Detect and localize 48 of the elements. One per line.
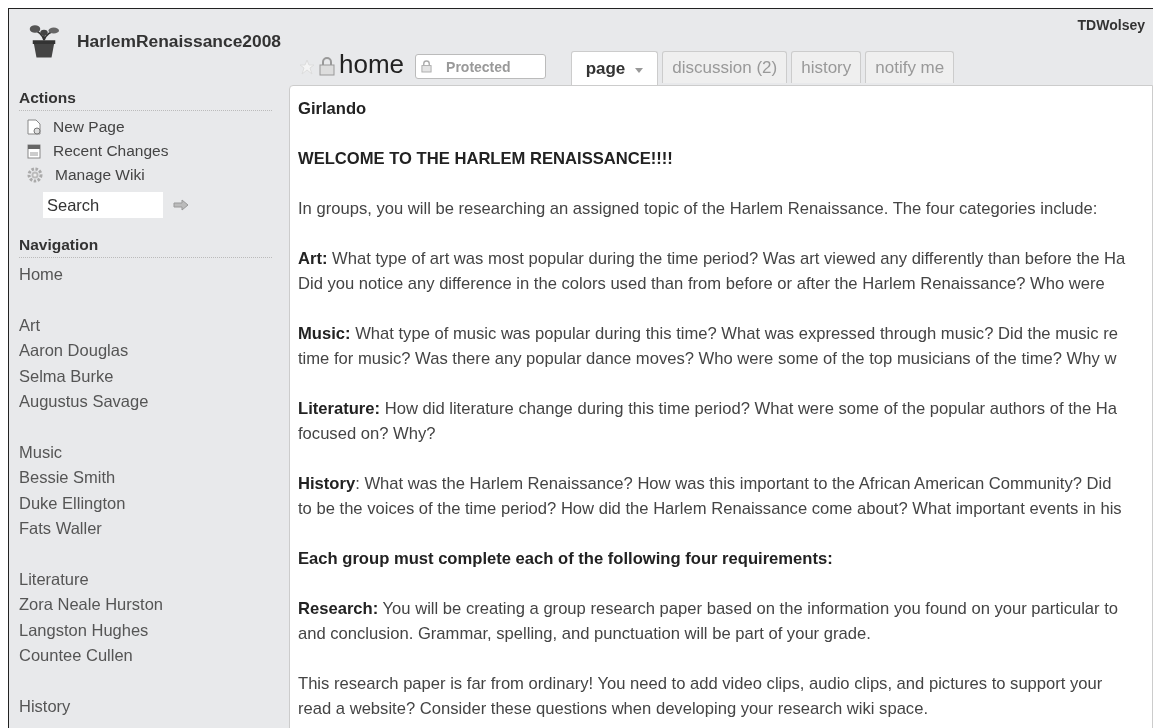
- nav-link[interactable]: History: [19, 693, 71, 719]
- nav-link[interactable]: Fats Waller: [19, 516, 102, 542]
- page-title: home: [339, 49, 405, 80]
- text-line: and conclusion. Grammar, spelling, and punctuation will be part of your grade.: [298, 623, 871, 645]
- nav-link[interactable]: Music: [19, 439, 63, 465]
- caret-icon: [635, 67, 644, 73]
- text-line: time for music? Was there any popular dance moves? Who were some of the top musicians of the time? Why w: [298, 348, 1117, 370]
- action-link[interactable]: Manage Wiki: [19, 163, 145, 187]
- heading: Girlando: [298, 98, 367, 120]
- nav-link[interactable]: Art: [19, 312, 41, 338]
- action-link[interactable]: Recent Changes: [19, 139, 169, 163]
- text-line: In groups, you will be researching an assigned topic of the Harlem Renaissance. The four categories include:: [298, 198, 1098, 220]
- arrow-right-icon[interactable]: [173, 199, 189, 211]
- site-name[interactable]: HarlemRenaissance2008: [77, 30, 281, 52]
- nav-link[interactable]: Duke Ellington: [19, 490, 126, 516]
- nav-link[interactable]: Bessie Smith: [19, 465, 116, 491]
- text-line: Did you notice any difference in the colors used than from before or after the Harlem Renaissance? Who were: [298, 273, 1105, 295]
- nav-link[interactable]: Augustus Savage: [19, 389, 149, 415]
- user-name[interactable]: TDWolsey: [1077, 17, 1145, 39]
- text-line: Research: You will be creating a group research paper based on the information you found on your particular to: [298, 598, 1119, 620]
- text-line: Literature: How did literature change during this time period? What were some of the popular authors of the Ha: [298, 398, 1118, 420]
- section-heading: Actions: [19, 89, 272, 111]
- page-icon: [27, 119, 41, 135]
- lock-icon: [318, 56, 336, 76]
- action-link[interactable]: New Page: [19, 115, 125, 139]
- search-field[interactable]: Search: [43, 192, 163, 218]
- text-line: to be the voices of the time period? How did the Harlem Renaissance come about? What important events in his: [298, 498, 1122, 520]
- calendar-icon: [27, 143, 41, 159]
- nav-link[interactable]: Literature: [19, 566, 89, 592]
- text-line: focused on? Why?: [298, 423, 436, 445]
- section-heading: Navigation: [19, 236, 272, 258]
- nav-link[interactable]: Aaron Douglas: [19, 338, 129, 364]
- heading: WELCOME TO THE HARLEM RENAISSANCE!!!!: [298, 148, 673, 170]
- lock-icon: [421, 60, 433, 73]
- text-line: read a website? Consider these questions when developing your research wiki space.: [298, 698, 928, 720]
- nav-link[interactable]: Home: [19, 262, 63, 288]
- tab[interactable]: page: [570, 51, 659, 85]
- text-line: This research paper is far from ordinary! You need to add video clips, audio clips, and pictures to support your: [298, 673, 1103, 695]
- nav-link[interactable]: Selma Burke: [19, 363, 114, 389]
- nav-link[interactable]: Countee Cullen: [19, 643, 133, 669]
- text-line: Art: What type of art was most popular during the time period? Was art viewed any differently than before the Ha: [298, 248, 1126, 270]
- status-badge: Protected: [415, 54, 546, 79]
- nav-link[interactable]: Langston Hughes: [19, 617, 149, 643]
- heading: Each group must complete each of the following four requirements:: [298, 548, 833, 570]
- text-line: History: What was the Harlem Renaissance? How was this important to the African American Community? Did: [298, 473, 1112, 495]
- text-line: Music: What type of music was popular during this time? What was expressed through music? Did the music re: [298, 323, 1118, 345]
- nav-link[interactable]: Zora Neale Hurston: [19, 592, 163, 618]
- settings-icon: [27, 167, 43, 183]
